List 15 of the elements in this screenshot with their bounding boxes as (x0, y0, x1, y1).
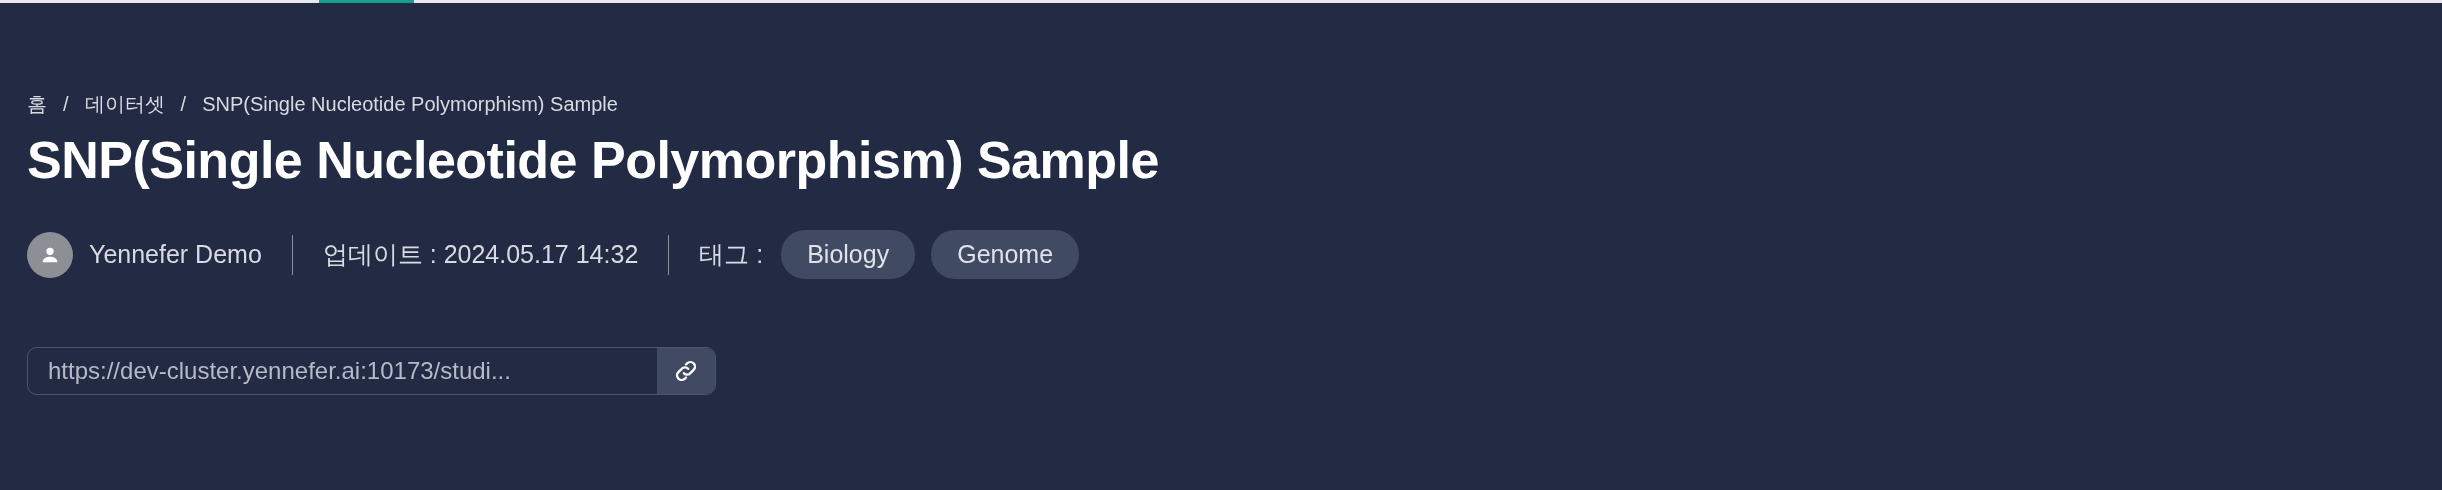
tag-chip[interactable]: Genome (931, 230, 1080, 279)
update-date: 업데이트 : 2024.05.17 14:32 (322, 239, 639, 270)
page-title: SNP(Single Nucleotide Polymorphism) Sample (27, 130, 1160, 190)
breadcrumb-link[interactable]: 홈 (27, 91, 47, 118)
tag-chip[interactable]: Biology (781, 230, 916, 279)
breadcrumb-link[interactable]: 데이터셋 (84, 91, 165, 118)
author-name: Yennefer Demo (89, 240, 262, 269)
url-field[interactable]: https://dev-cluster.yennefer.ai:10173/studi... (27, 347, 716, 395)
breadcrumb-separator: / (180, 93, 187, 116)
tags-label: 태그 : (699, 239, 764, 270)
breadcrumb-separator: / (63, 93, 69, 116)
avatar-icon (27, 231, 73, 278)
link-icon (673, 358, 699, 384)
copy-link-button[interactable] (657, 348, 715, 394)
breadcrumb-current: SNP(Single Nucleotide Polymorphism) Sample (202, 93, 618, 116)
